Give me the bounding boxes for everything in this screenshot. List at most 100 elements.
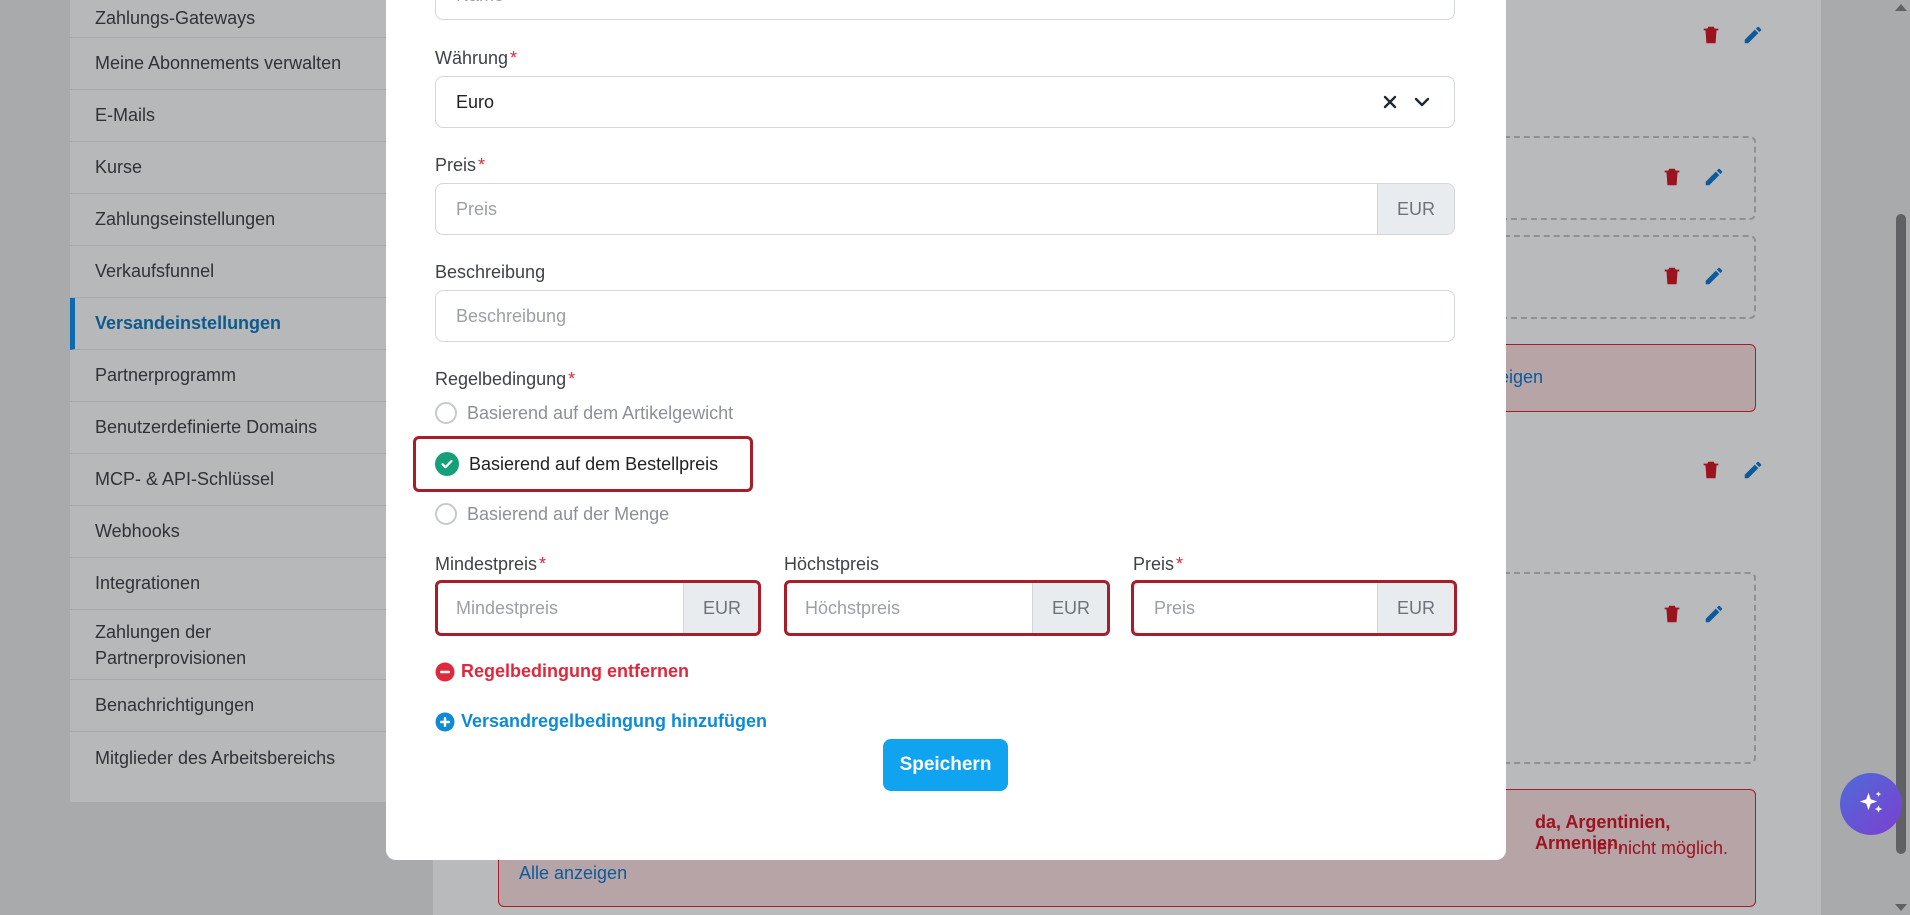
sidebar-item-label: Integrationen (95, 573, 201, 593)
sidebar-item-zahlungseinstellungen[interactable]: Zahlungseinstellungen (70, 194, 435, 246)
sidebar-item-mitglieder[interactable]: Mitglieder des Arbeitsbereichs (70, 732, 435, 784)
background-error-text: ler nicht möglich. (1593, 838, 1729, 858)
min-price-input-group: EUR (435, 582, 761, 634)
sidebar-item-label: Partnerprogramm (95, 365, 237, 385)
background-row-actions (1661, 265, 1725, 287)
sidebar-item-kurse[interactable]: Kurse (70, 142, 435, 194)
sidebar-item-label: Versandeinstellungen (95, 313, 282, 333)
sidebar-item-partnerprogramm[interactable]: Partnerprogramm (70, 350, 435, 402)
description-input[interactable] (436, 291, 1454, 341)
currency-addon: EUR (1377, 184, 1454, 234)
shipping-rule-modal: Währung* Euro Preis* EUR Beschreibung Re… (386, 0, 1506, 860)
currency-addon: EUR (1032, 583, 1109, 633)
min-price-input[interactable] (436, 583, 683, 633)
ai-assistant-button[interactable] (1840, 773, 1902, 835)
chevron-down-icon[interactable] (1412, 92, 1432, 112)
radio-weight-label: Basierend auf dem Artikelgewicht (467, 402, 734, 423)
currency-label: Währung * (435, 48, 517, 69)
plus-circle-icon (435, 712, 455, 731)
pencil-icon[interactable] (1742, 24, 1764, 46)
sidebar-item-emails[interactable]: E-Mails (70, 90, 435, 142)
scroll-down-arrow-icon[interactable] (1895, 904, 1907, 911)
pencil-icon[interactable] (1703, 603, 1725, 625)
radio-unchecked-icon (435, 503, 457, 525)
sidebar-item-verkaufsfunnel[interactable]: Verkaufsfunnel (70, 246, 435, 298)
radio-quantity-label: Basierend auf der Menge (467, 503, 670, 524)
name-input[interactable] (436, 0, 1454, 19)
background-row-actions (1700, 24, 1764, 46)
sidebar-item-domains[interactable]: Benutzerdefinierte Domains (70, 402, 435, 454)
trash-icon[interactable] (1661, 166, 1683, 188)
currency-label-text: Währung (435, 48, 509, 68)
background-row-actions (1661, 166, 1725, 188)
currency-value: Euro (456, 91, 495, 112)
currency-addon: EUR (1377, 583, 1454, 633)
sidebar-item-label: Benachrichtigungen (95, 695, 255, 715)
trash-icon[interactable] (1700, 459, 1722, 481)
rule-price-label: Preis * (1133, 554, 1183, 575)
sidebar-item-label: Zahlungen der Partnerprovisionen (95, 621, 247, 668)
max-price-input[interactable] (785, 583, 1032, 633)
price-input-group: EUR (435, 183, 1455, 235)
close-icon[interactable] (1382, 94, 1398, 110)
radio-unchecked-icon (435, 402, 457, 424)
sidebar-item-label: Meine Abonnements verwalten (95, 53, 342, 73)
required-marker: * (539, 554, 547, 574)
sidebar-item-benachrichtigungen[interactable]: Benachrichtigungen (70, 680, 435, 732)
price-label-text: Preis (435, 155, 477, 175)
min-price-label: Mindestpreis * (435, 554, 546, 575)
show-all-link[interactable]: Alle anzeigen (519, 863, 627, 884)
currency-select[interactable]: Euro (435, 76, 1455, 128)
sidebar-item-label: Benutzerdefinierte Domains (95, 417, 318, 437)
background-row-actions (1661, 603, 1725, 625)
sidebar-item-label: MCP- & API-Schlüssel (95, 469, 275, 489)
background-row-actions (1700, 459, 1764, 481)
pencil-icon[interactable] (1703, 265, 1725, 287)
sidebar-item-versandeinstellungen[interactable]: Versandeinstellungen (70, 298, 435, 350)
trash-icon[interactable] (1661, 265, 1683, 287)
rule-price-input[interactable] (1134, 583, 1377, 633)
rule-condition-label: Regelbedingung * (435, 369, 575, 390)
max-price-input-group: EUR (784, 582, 1110, 634)
description-input-box (435, 290, 1455, 342)
sidebar-item-webhooks[interactable]: Webhooks (70, 506, 435, 558)
required-marker: * (478, 155, 486, 175)
currency-addon: EUR (683, 583, 760, 633)
minus-circle-icon (435, 662, 455, 681)
sidebar-item-api-keys[interactable]: MCP- & API-Schlüssel (70, 454, 435, 506)
sidebar-item-partnerprovisionen[interactable]: Zahlungen der Partnerprovisionen (70, 610, 435, 680)
scroll-up-arrow-icon[interactable] (1895, 4, 1907, 11)
save-button[interactable]: Speichern (883, 739, 1008, 791)
settings-sidebar: Zahlungs-Gateways Meine Abonnements verw… (70, 0, 435, 802)
rule-condition-label-text: Regelbedingung (435, 369, 567, 389)
sidebar-item-zahlungs-gateways[interactable]: Zahlungs-Gateways (70, 0, 435, 38)
price-input[interactable] (436, 184, 1377, 234)
rule-price-label-text: Preis (1133, 554, 1175, 574)
sidebar-item-label: Mitglieder des Arbeitsbereichs (95, 747, 336, 768)
required-marker: * (1176, 554, 1184, 574)
sidebar-item-label: Zahlungseinstellungen (95, 209, 276, 229)
trash-icon[interactable] (1700, 24, 1722, 46)
pencil-icon[interactable] (1742, 459, 1764, 481)
page-scrollbar[interactable] (1892, 0, 1910, 915)
sidebar-item-abonnements[interactable]: Meine Abonnements verwalten (70, 38, 435, 90)
radio-order-price-label: Basierend auf dem Bestellpreis (469, 453, 719, 474)
radio-quantity-option[interactable]: Basierend auf der Menge (435, 503, 669, 525)
price-label: Preis * (435, 155, 485, 176)
pencil-icon[interactable] (1703, 166, 1725, 188)
trash-icon[interactable] (1661, 603, 1683, 625)
add-rule-label: Versandregelbedingung hinzufügen (461, 711, 768, 731)
max-price-label: Höchstpreis (784, 554, 880, 574)
remove-rule-button[interactable]: Regelbedingung entfernen (435, 661, 689, 682)
radio-weight-option[interactable]: Basierend auf dem Artikelgewicht (435, 402, 733, 424)
add-rule-button[interactable]: Versandregelbedingung hinzufügen (435, 711, 767, 732)
scrollbar-thumb[interactable] (1896, 214, 1906, 854)
sidebar-item-label: Webhooks (95, 521, 180, 541)
sidebar-item-integrationen[interactable]: Integrationen (70, 558, 435, 610)
sparkles-icon (1859, 791, 1883, 813)
background-alert: eigen (1498, 344, 1756, 412)
radio-order-price-option[interactable]: Basierend auf dem Bestellpreis (435, 452, 718, 476)
sidebar-item-label: Zahlungs-Gateways (95, 8, 256, 28)
rule-price-input-group: EUR (1133, 582, 1455, 634)
name-input-box (435, 0, 1455, 20)
